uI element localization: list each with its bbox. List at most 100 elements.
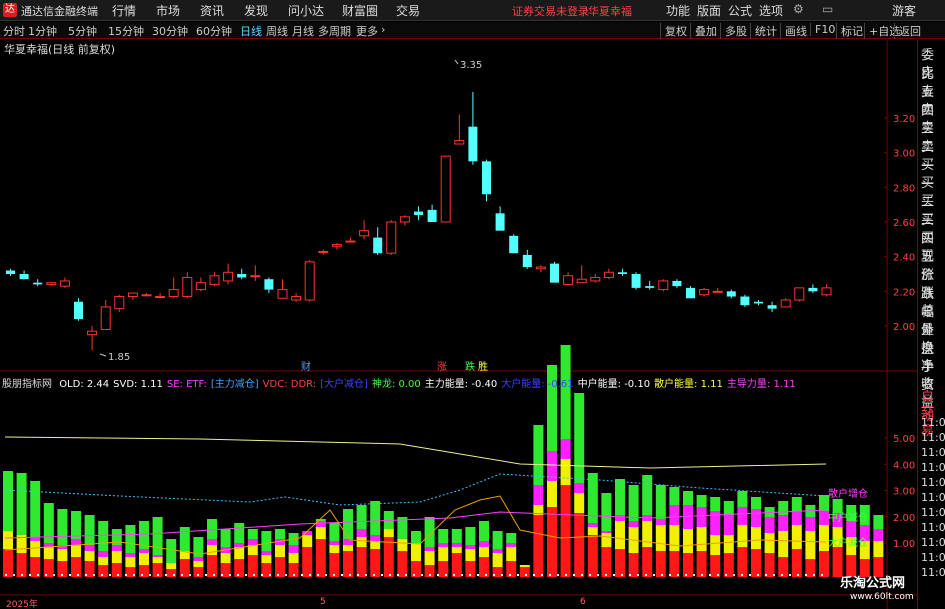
candle [618,268,627,276]
candle [74,298,83,321]
indicator-legend-item: 神龙: 0.00 [371,379,421,390]
candle [550,261,559,283]
candle [712,287,723,294]
menu-trade[interactable]: 交易 [396,2,420,19]
indicator-bar [669,487,680,577]
candle [576,265,587,284]
candle [631,272,641,290]
menu-layout[interactable]: 版面 [697,2,721,19]
label-retail-add: 散户增仓 [828,487,868,500]
tf-60min[interactable]: 60分钟 [196,23,232,39]
menu-options[interactable]: 选项 [759,2,783,19]
candle [87,326,98,351]
indicator-legend-item: VDC: DDR: [262,379,317,390]
indicator-legend-item: 主导力量: 1.11 [726,379,796,390]
candle [808,284,818,294]
candle [767,301,777,313]
line-old [4,436,827,469]
settings-icon[interactable]: ⚙ [793,2,804,16]
candle [699,287,710,297]
tf-1min[interactable]: 1分钟 [28,23,57,39]
label-big-reduce: 大户减仓 [828,536,868,549]
marker-win[interactable]: 胜 [478,361,488,373]
indicator-bar [220,529,231,577]
menu-discover[interactable]: 发现 [244,2,268,19]
btn-stats[interactable]: 统计 [750,23,777,39]
menu-function[interactable]: 功能 [666,2,690,19]
quote-sidebar: 委比 卖五 卖四 卖三 卖二 卖一 买一 买二 买三 买四 买五 现价 涨跌 涨幅 总量 外盘 换手 净资 收益 自动… [917,40,945,609]
tf-15min[interactable]: 15分钟 [108,23,144,39]
marker-fall[interactable]: 跌 [465,360,475,373]
indicator-bar [519,565,530,577]
indicator-legend-item: 大户能量: -0.61 [501,379,574,390]
btn-back[interactable]: 返回 [894,23,921,39]
side-time-7: 11:05 [921,491,945,504]
login-status[interactable]: 证券交易未登录 [512,3,589,19]
btn-overlay[interactable]: 叠加 [690,23,717,39]
btn-mark[interactable]: 标记 [836,23,863,39]
candle [345,237,356,243]
menu-market[interactable]: 市场 [156,2,180,19]
marker-finance[interactable]: 财 [301,360,311,373]
indicator-bar [261,531,272,577]
tf-5min[interactable]: 5分钟 [68,23,97,39]
menu-wealth[interactable]: 财富圈 [342,2,378,19]
btn-f10[interactable]: F10 [810,23,835,36]
candle [223,263,234,285]
tf-weekly[interactable]: 周线 [266,23,288,39]
side-time-9: 11:05 [921,521,945,534]
stock-name-status: 华夏幸福 [588,5,632,18]
candle [291,293,302,302]
tf-monthly[interactable]: 月线 [292,23,314,39]
indicator-bar [397,517,408,577]
menu-news[interactable]: 资讯 [200,2,224,19]
indicator-bar [247,529,258,577]
chevron-right-icon[interactable]: › [381,23,385,36]
chart-canvas[interactable]: 3.20 3.00 2.80 2.60 2.40 2.20 2.00 5.00 4.00 3.00… [0,40,917,609]
indicator-bar [819,495,829,577]
minimize-icon[interactable]: ▭ [822,2,833,16]
indicator-bar [642,475,653,577]
menu-formula[interactable]: 公式 [728,2,752,19]
y-tick-label: 2.80 [893,183,915,194]
indicator-bar [207,519,217,577]
indicator-legend-item: OLD: 2.44 [59,379,110,390]
side-time-5: 11:05 [921,461,945,474]
candle [794,287,805,302]
indicator-bar [547,365,557,577]
indicator-bar [723,501,734,577]
indicator-right-labels: 散户增仓 中户减仓 大户减仓 [828,487,868,549]
indicator-bar [30,481,41,577]
date-label-year: 2025年 [6,600,38,609]
btn-multi-stock[interactable]: 多股 [720,23,747,39]
indicator-bar [302,531,313,577]
candle [386,220,397,255]
menu-ask[interactable]: 问小达 [288,2,324,19]
btn-adjust[interactable]: 复权 [660,23,687,39]
indicator-bar [791,497,802,577]
candle [509,234,519,254]
candle [427,204,437,222]
indicator-bar [628,485,639,577]
candle [658,279,669,292]
y-tick-label: 2.20 [893,287,915,298]
date-label-may: 5 [320,597,326,607]
candle [414,206,423,221]
indicator-name[interactable]: 股朋指标网 [2,379,52,390]
menu-quotes[interactable]: 行情 [112,2,136,19]
user-guest[interactable]: 游客 [892,2,916,19]
candle [59,277,70,288]
btn-draw[interactable]: 画线 [780,23,807,39]
y-ticks: 3.20 3.00 2.80 2.60 2.40 2.20 2.00 5.00 4.00 3.00… [884,114,915,550]
tf-intraday[interactable]: 分时 [3,23,25,39]
tf-daily[interactable]: 日线 [240,23,262,39]
tf-multi[interactable]: 多周期 [318,23,351,39]
candle [726,289,736,299]
indicator-bar [411,531,421,577]
candle [331,242,342,250]
marker-rise[interactable]: 涨 [437,361,447,373]
indicator-bar [98,521,109,577]
tf-30min[interactable]: 30分钟 [152,23,188,39]
tf-more[interactable]: 更多 [356,23,378,39]
date-label-june: 6 [580,597,586,607]
